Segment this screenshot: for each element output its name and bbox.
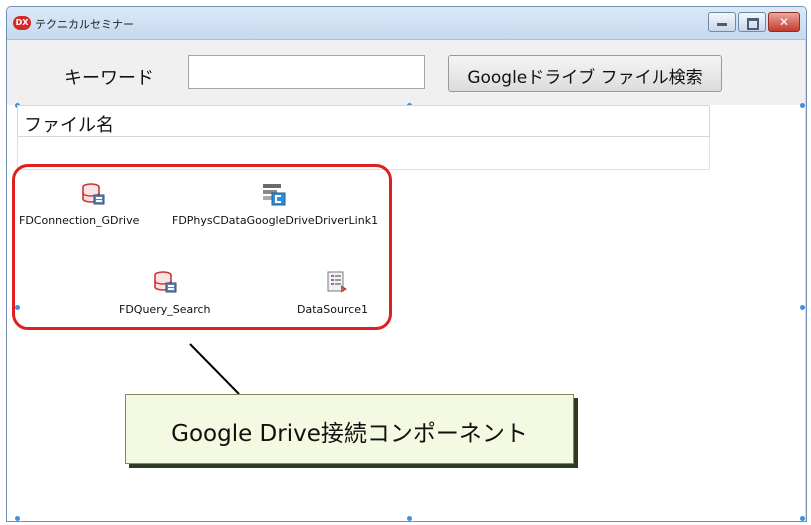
callout-box: Google Drive接続コンポーネント — [125, 394, 574, 464]
maximize-button[interactable] — [738, 12, 766, 32]
callout-text: Google Drive接続コンポーネント — [171, 421, 528, 447]
page-top-crop — [0, 0, 811, 5]
app-logo-icon: DX — [13, 16, 31, 30]
minimize-icon — [717, 23, 727, 26]
form-client-area: キーワード Googleドライブ ファイル検索 ファイル名 FDConnecti… — [7, 40, 806, 521]
title-bar[interactable]: DX テクニカルセミナー ✕ — [7, 7, 806, 40]
close-icon: ✕ — [778, 15, 790, 29]
minimize-button[interactable] — [708, 12, 736, 32]
window-title: テクニカルセミナー — [35, 18, 134, 31]
maximize-icon — [747, 18, 759, 30]
right-border — [805, 40, 806, 521]
app-window: DX テクニカルセミナー ✕ キーワード Googleドライブ ファイル検索 フ… — [6, 6, 807, 522]
close-button[interactable]: ✕ — [768, 12, 800, 32]
